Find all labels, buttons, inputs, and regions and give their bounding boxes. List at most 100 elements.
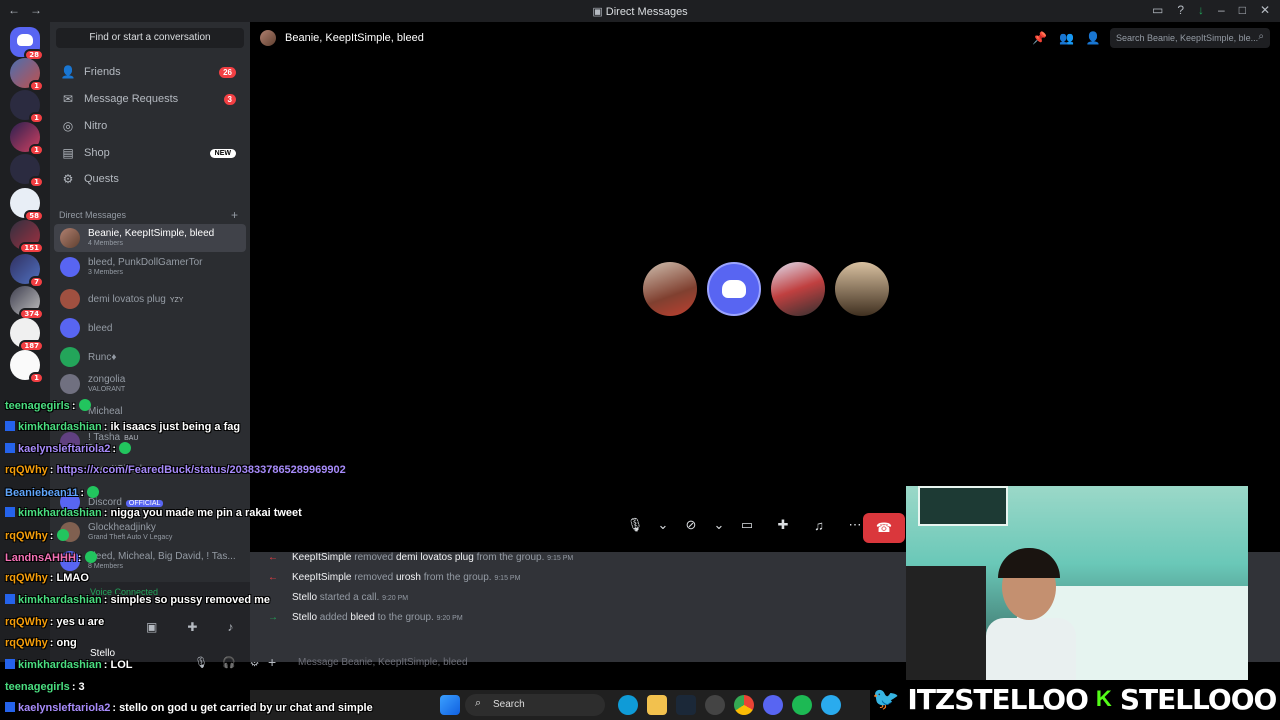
dm-item[interactable]: KeepItSimple TRF bbox=[54, 460, 246, 488]
activities-icon[interactable]: ✚ bbox=[187, 620, 197, 634]
nav-nitro[interactable]: ◎ Nitro bbox=[54, 114, 246, 138]
create-dm-plus-icon[interactable]: + bbox=[231, 208, 238, 222]
avatar bbox=[60, 432, 80, 452]
screen-share-icon[interactable]: ▭ bbox=[734, 512, 760, 538]
pin-icon[interactable]: 📌 bbox=[1032, 31, 1047, 45]
activities-icon[interactable]: ✚ bbox=[770, 512, 796, 538]
chevron-down-icon[interactable]: ⌄ bbox=[658, 512, 669, 538]
windows-taskbar: ⌕ Search bbox=[250, 690, 870, 720]
call-participant-avatar[interactable] bbox=[835, 262, 889, 316]
dm-name: Discord OFFICIAL bbox=[88, 497, 164, 508]
hangup-icon: ☎ bbox=[875, 520, 893, 535]
add-attachment-icon[interactable]: + bbox=[268, 654, 276, 670]
server-icon[interactable]: 1 bbox=[10, 58, 44, 92]
dm-item[interactable]: Discord OFFICIAL bbox=[54, 488, 246, 516]
camera-icon[interactable]: ▣ bbox=[146, 620, 157, 634]
server-icon[interactable]: 58 bbox=[10, 188, 44, 222]
add-friends-icon[interactable]: 👥 bbox=[1059, 31, 1074, 45]
discord-logo-icon bbox=[722, 280, 746, 298]
server-icon[interactable]: 1 bbox=[10, 122, 44, 156]
avatar bbox=[60, 257, 80, 277]
chat-line: teenagegirls: 3 bbox=[5, 681, 85, 693]
server-icon[interactable]: 1 bbox=[10, 350, 44, 384]
voice-panel-actions: ▣ ✚ ♪ bbox=[146, 620, 233, 634]
call-participant-avatar[interactable] bbox=[643, 262, 697, 316]
count-badge: 3 bbox=[223, 93, 236, 105]
telegram-icon[interactable] bbox=[821, 695, 841, 715]
twitter-handle: ITZSTELLOO bbox=[907, 682, 1089, 716]
dm-item[interactable]: Beanie, KeepItSimple, bleed 4 Members bbox=[54, 224, 246, 252]
server-icon[interactable]: 187 bbox=[10, 318, 44, 352]
dm-item[interactable]: zongolia VALORANT bbox=[54, 370, 246, 398]
windows-start-icon[interactable] bbox=[440, 695, 460, 715]
headphones-icon[interactable]: 🎧 bbox=[222, 656, 236, 669]
maximize-icon[interactable]: □ bbox=[1239, 3, 1246, 17]
chat-username: kaelynsleftariola2 bbox=[18, 702, 111, 714]
close-icon[interactable]: ✕ bbox=[1260, 3, 1270, 17]
app-icon[interactable] bbox=[705, 695, 725, 715]
help-icon[interactable]: ? bbox=[1177, 3, 1184, 17]
dm-name: zongolia bbox=[88, 374, 126, 385]
avatar bbox=[60, 374, 80, 394]
avatar bbox=[60, 492, 80, 512]
taskbar-search[interactable]: ⌕ Search bbox=[465, 694, 605, 716]
soundboard-icon[interactable]: ♫ bbox=[806, 512, 832, 538]
nav-friends[interactable]: 👤 Friends 26 bbox=[54, 60, 246, 84]
file-explorer-icon[interactable] bbox=[647, 695, 667, 715]
chrome-icon[interactable] bbox=[734, 695, 754, 715]
mic-icon[interactable]: 🎙 bbox=[622, 512, 648, 538]
discord-taskbar-icon[interactable] bbox=[763, 695, 783, 715]
streamer bbox=[986, 548, 1076, 680]
spotify-icon[interactable] bbox=[792, 695, 812, 715]
mic-icon[interactable]: 🎙 bbox=[194, 656, 208, 669]
streamer-body bbox=[986, 618, 1076, 680]
server-icon[interactable]: 7 bbox=[10, 254, 44, 288]
dm-item[interactable]: bleed, Micheal, Big David, ! Tas... 8 Me… bbox=[54, 547, 246, 575]
webcam-overlay bbox=[906, 486, 1248, 680]
member-list-icon[interactable]: 👤 bbox=[1086, 31, 1101, 45]
call-participant-avatar[interactable] bbox=[707, 262, 761, 316]
server-icon[interactable]: 1 bbox=[10, 154, 44, 188]
disconnect-call-button[interactable]: ☎ bbox=[863, 513, 905, 543]
dm-item[interactable]: ! Tasha BAU Toxic bbox=[54, 428, 246, 456]
dm-sub: 3 Members bbox=[88, 269, 124, 276]
twitter-bird-icon: 🐦 bbox=[872, 686, 900, 711]
dm-name: Runc♦ bbox=[88, 352, 117, 363]
nav-quests[interactable]: ⚙ Quests bbox=[54, 167, 246, 191]
call-controls: 🎙 ⌄ ⊘ ⌄ ▭ ✚ ♫ ⋯ bbox=[622, 512, 868, 538]
avatar bbox=[60, 551, 80, 571]
system-message: ← KeepItSimple removed urosh from the gro… bbox=[268, 572, 521, 583]
steam-icon[interactable] bbox=[676, 695, 696, 715]
call-participant-avatar[interactable] bbox=[771, 262, 825, 316]
dm-name: Micheal bbox=[88, 406, 123, 417]
inbox-icon[interactable]: ▭ bbox=[1152, 3, 1163, 17]
minimize-icon[interactable]: – bbox=[1218, 3, 1225, 17]
find-conversation-button[interactable]: Find or start a conversation bbox=[56, 28, 244, 48]
nav-shop[interactable]: ▤ Shop NEW bbox=[54, 141, 246, 165]
tv-screen bbox=[918, 486, 1008, 526]
dm-item[interactable]: Glockheadjinky Grand Theft Auto V Legacy bbox=[54, 518, 246, 546]
server-icon[interactable]: 374 bbox=[10, 286, 44, 320]
added-arrow-icon: → bbox=[268, 612, 278, 623]
avatar bbox=[60, 347, 80, 367]
dm-item[interactable]: bleed bbox=[54, 314, 246, 342]
dm-item[interactable]: Runc♦ bbox=[54, 343, 246, 371]
nav-message-requests[interactable]: ✉ Message Requests 3 bbox=[54, 87, 246, 111]
soundboard-icon[interactable]: ♪ bbox=[227, 620, 233, 634]
download-icon[interactable]: ↓ bbox=[1198, 3, 1204, 17]
message-input[interactable]: + Message Beanie, KeepItSimple, bleed bbox=[250, 652, 870, 674]
home-button[interactable]: 28 bbox=[10, 27, 44, 61]
new-badge: NEW bbox=[209, 148, 236, 158]
camera-off-icon[interactable]: ⊘ bbox=[678, 512, 704, 538]
nav-label: Nitro bbox=[84, 120, 108, 132]
chevron-down-icon[interactable]: ⌄ bbox=[714, 512, 725, 538]
search-input[interactable]: Search Beanie, KeepItSimple, ble... ⌕ bbox=[1110, 28, 1270, 48]
server-icon[interactable]: 1 bbox=[10, 90, 44, 124]
dm-item[interactable]: Micheal bbox=[54, 402, 246, 430]
system-message: Stello started a call. 9:20 PM bbox=[292, 592, 409, 603]
dm-item[interactable]: bleed, PunkDollGamerTor 3 Members bbox=[54, 253, 246, 281]
server-icon[interactable]: 151 bbox=[10, 220, 44, 254]
edge-icon[interactable] bbox=[618, 695, 638, 715]
dm-item[interactable]: demi lovatos plug YZY bbox=[54, 285, 246, 313]
system-message: ← KeepItSimple removed demi lovatos plug … bbox=[268, 552, 574, 563]
